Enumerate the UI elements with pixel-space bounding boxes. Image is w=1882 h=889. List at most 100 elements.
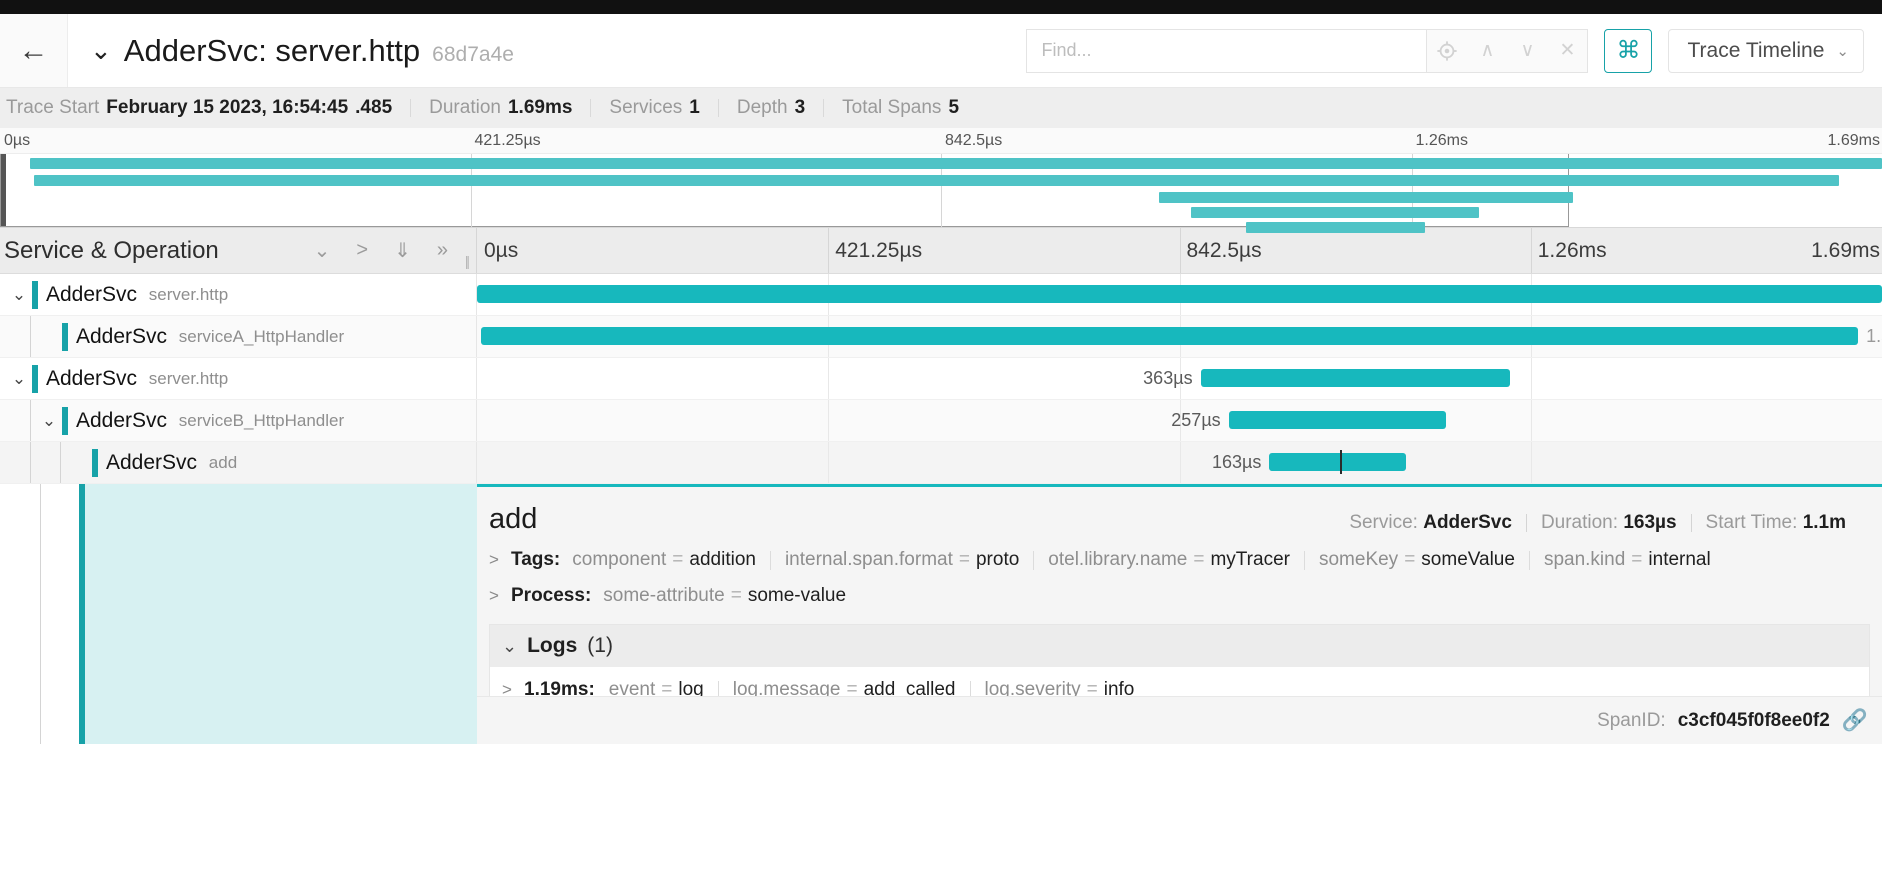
timeline-tick-label: 1.69ms (1811, 239, 1880, 263)
span-detail-gutter (0, 484, 477, 744)
tag-key: component (572, 549, 666, 571)
logs-header[interactable]: ⌄ Logs (1) (490, 625, 1869, 667)
column-title: Service & Operation (4, 237, 219, 265)
chevron-right-icon[interactable]: > (356, 239, 368, 262)
chevron-down-icon[interactable]: ∨ (1507, 30, 1547, 72)
span-bar[interactable] (481, 327, 1858, 345)
indent-guide (40, 484, 41, 744)
span-service-name: AdderSvc (76, 409, 167, 433)
trace-header: ← ⌄ AdderSvc: server.http 68d7a4e ∧ ∨ ✕ … (0, 14, 1882, 88)
span-row-label[interactable]: ⌄ AdderSvc serviceB_HttpHandler (0, 400, 477, 441)
process-label: Process: (511, 585, 591, 607)
logs-label: Logs (527, 634, 577, 658)
span-row-label[interactable]: AdderSvcadd (0, 442, 477, 483)
meta-total-spans: Total Spans 5 (824, 97, 977, 119)
minimap-tick: 0µs (0, 132, 30, 150)
indent-guide (30, 400, 31, 441)
minimap-span-bar (1191, 207, 1479, 218)
span-detail-meta: Service: AdderSvc Duration: 163µs Start … (1335, 512, 1860, 534)
detail-service-label: Service: (1349, 512, 1418, 533)
span-row-label[interactable]: ⌄AdderSvcserver.http (0, 358, 477, 399)
equals-sign: = (1193, 549, 1204, 571)
span-detail-wrapper: add Service: AdderSvc Duration: 163µs St… (0, 484, 1882, 744)
process-attribute-key: some-attribute (603, 585, 724, 607)
timeline-tick-label: 1.26ms (1531, 239, 1607, 263)
span-row-bar-area[interactable]: 363µs (477, 358, 1882, 399)
span-operation-name: server.http (149, 285, 228, 305)
chevron-down-icon[interactable]: ⌄ (8, 368, 30, 390)
span-detail-title: add (489, 503, 537, 536)
span-operation-name: serviceA_HttpHandler (179, 327, 344, 347)
service-operation-header: Service & Operation ⌄ > ⇓ » || (0, 228, 477, 273)
meta-depth: Depth 3 (719, 97, 823, 119)
close-icon[interactable]: ✕ (1547, 30, 1587, 72)
indent-guide (30, 316, 31, 357)
process-items: some-attribute=some-value (603, 585, 860, 607)
minimap-drag-handle-left[interactable] (1, 154, 6, 226)
trace-title-group: ⌄ AdderSvc: server.http 68d7a4e (68, 33, 514, 69)
link-icon[interactable]: 🔗 (1842, 709, 1868, 733)
minimap-body[interactable] (0, 154, 1882, 227)
span-row-label[interactable]: AdderSvcserviceA_HttpHandler (0, 316, 477, 357)
span-row-bar-area[interactable] (477, 274, 1882, 315)
keyboard-shortcuts-button[interactable]: ⌘ (1604, 29, 1652, 73)
chevron-down-icon[interactable]: ⌄ (38, 410, 60, 432)
span-bar[interactable] (1229, 411, 1447, 429)
span-row-bar-area[interactable]: 163µs (477, 442, 1882, 483)
detail-start-time-label: Start Time: (1706, 512, 1798, 533)
search-input[interactable] (1026, 29, 1426, 73)
span-row-label[interactable]: ⌄AdderSvcserver.http (0, 274, 477, 315)
span-detail-panel: add Service: AdderSvc Duration: 163µs St… (477, 484, 1882, 744)
span-duration-label: 257µs (1171, 411, 1220, 429)
span-bar[interactable] (1201, 369, 1510, 387)
timeline-scale-header: 0µs421.25µs842.5µs1.26ms1.69ms (477, 228, 1882, 273)
span-row[interactable]: AdderSvcadd163µs (0, 442, 1882, 484)
chevron-down-icon[interactable]: ⌄ (8, 284, 30, 306)
tag-key: internal.span.format (785, 549, 953, 571)
minimap-span-bar (34, 175, 1839, 186)
span-operation-name: server.http (149, 369, 228, 389)
back-button[interactable]: ← (0, 14, 68, 87)
timeline-gridline (828, 228, 829, 273)
detail-service-value: AdderSvc (1423, 512, 1512, 533)
span-color-tick (32, 281, 38, 309)
tags-row: > Tags: component=additioninternal.span.… (477, 542, 1882, 578)
span-operation-name: serviceB_HttpHandler (179, 411, 344, 431)
timeline-gridline (828, 358, 829, 399)
chevrons-right-icon[interactable]: » (437, 239, 448, 262)
timeline-tick-label: 0µs (477, 239, 518, 263)
span-row[interactable]: ⌄AdderSvcserver.http363µs (0, 358, 1882, 400)
chevrons-down-icon[interactable]: ⇓ (394, 238, 411, 263)
span-duration-label: 1.5 (1866, 327, 1882, 345)
span-row-bar-area[interactable]: 257µs (477, 400, 1882, 441)
chevron-down-icon[interactable]: ⌄ (90, 35, 112, 66)
equals-sign: = (959, 549, 970, 571)
meta-total-spans-label: Total Spans (842, 97, 941, 119)
chevron-down-icon[interactable]: ⌄ (314, 238, 331, 263)
span-log-marker (1340, 450, 1342, 474)
span-id-label: SpanID: (1597, 710, 1666, 732)
tag-value: someValue (1421, 549, 1515, 571)
span-bar[interactable] (1269, 453, 1405, 471)
span-row[interactable]: ⌄ AdderSvc serviceB_HttpHandler 257µs (0, 400, 1882, 442)
minimap-span-bar (30, 158, 1882, 169)
span-rows: ⌄AdderSvcserver.httpAdderSvcserviceA_Htt… (0, 274, 1882, 484)
span-row-bar-area[interactable]: 1.5 (477, 316, 1882, 357)
minimap-tick: 421.25µs (471, 132, 541, 150)
chevron-right-icon[interactable]: > (489, 586, 511, 606)
chevron-up-icon[interactable]: ∧ (1467, 30, 1507, 72)
timeline-gridline (1531, 400, 1532, 441)
chevron-right-icon[interactable]: > (489, 550, 511, 570)
span-row[interactable]: ⌄AdderSvcserver.http (0, 274, 1882, 316)
span-operation-name: add (209, 453, 237, 473)
column-resize-grip[interactable]: || (465, 253, 468, 269)
find-group: ∧ ∨ ✕ (1026, 29, 1588, 73)
indent-guide (60, 442, 61, 483)
trace-meta-bar: Trace Start February 15 2023, 16:54:45 .… (0, 88, 1882, 128)
detail-service: Service: AdderSvc (1335, 512, 1526, 534)
span-bar[interactable] (477, 285, 1882, 303)
trace-minimap[interactable]: 0µs421.25µs842.5µs1.26ms1.69ms (0, 128, 1882, 228)
target-icon[interactable] (1427, 30, 1467, 72)
span-row[interactable]: AdderSvcserviceA_HttpHandler 1.5 (0, 316, 1882, 358)
view-mode-selector[interactable]: Trace Timeline ⌄ (1668, 29, 1864, 73)
